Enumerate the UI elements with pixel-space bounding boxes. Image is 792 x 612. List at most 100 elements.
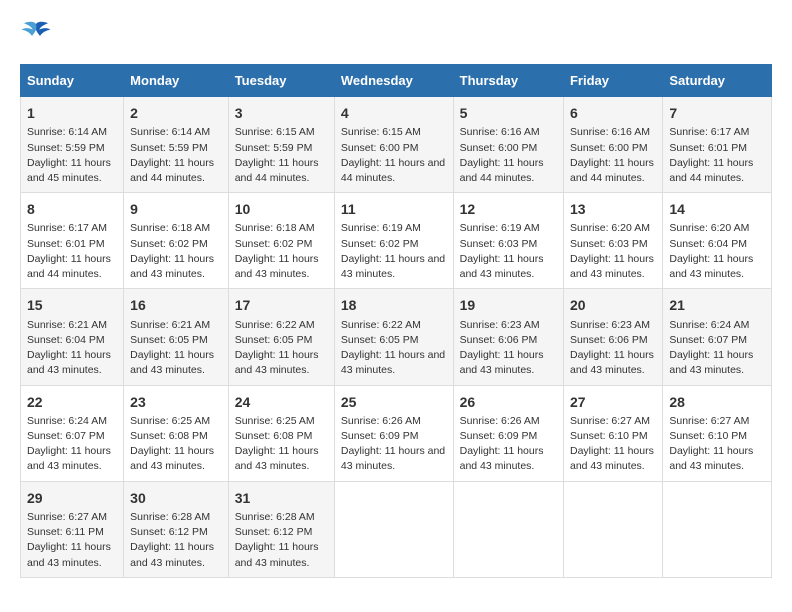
daylight-text: Daylight: 11 hours and 43 minutes. [570,253,654,280]
logo-icon [20,20,52,48]
calendar-cell: 18 Sunrise: 6:22 AM Sunset: 6:05 PM Dayl… [334,289,453,385]
calendar-cell: 25 Sunrise: 6:26 AM Sunset: 6:09 PM Dayl… [334,385,453,481]
sunset-text: Sunset: 6:02 PM [130,238,208,250]
sunrise-text: Sunrise: 6:18 AM [130,222,210,234]
calendar-cell: 31 Sunrise: 6:28 AM Sunset: 6:12 PM Dayl… [228,481,334,577]
sunset-text: Sunset: 5:59 PM [27,142,105,154]
daylight-text: Daylight: 11 hours and 44 minutes. [235,157,319,184]
sunrise-text: Sunrise: 6:17 AM [27,222,107,234]
sunset-text: Sunset: 6:12 PM [130,526,208,538]
day-number: 29 [27,488,117,508]
daylight-text: Daylight: 11 hours and 43 minutes. [669,445,753,472]
sunset-text: Sunset: 6:03 PM [570,238,648,250]
day-number: 4 [341,103,447,123]
day-number: 27 [570,392,656,412]
calendar-cell: 7 Sunrise: 6:17 AM Sunset: 6:01 PM Dayli… [663,97,772,193]
calendar-cell: 6 Sunrise: 6:16 AM Sunset: 6:00 PM Dayli… [563,97,662,193]
sunrise-text: Sunrise: 6:24 AM [27,415,107,427]
sunset-text: Sunset: 6:09 PM [460,430,538,442]
calendar-cell: 29 Sunrise: 6:27 AM Sunset: 6:11 PM Dayl… [21,481,124,577]
sunrise-text: Sunrise: 6:27 AM [27,511,107,523]
sunset-text: Sunset: 6:08 PM [235,430,313,442]
sunset-text: Sunset: 5:59 PM [130,142,208,154]
sunrise-text: Sunrise: 6:17 AM [669,126,749,138]
calendar-cell: 8 Sunrise: 6:17 AM Sunset: 6:01 PM Dayli… [21,193,124,289]
calendar-cell: 3 Sunrise: 6:15 AM Sunset: 5:59 PM Dayli… [228,97,334,193]
daylight-text: Daylight: 11 hours and 43 minutes. [341,349,445,376]
daylight-text: Daylight: 11 hours and 43 minutes. [27,349,111,376]
calendar-header-row: SundayMondayTuesdayWednesdayThursdayFrid… [21,65,772,97]
daylight-text: Daylight: 11 hours and 43 minutes. [235,253,319,280]
day-number: 22 [27,392,117,412]
weekday-header-thursday: Thursday [453,65,563,97]
day-number: 19 [460,295,557,315]
daylight-text: Daylight: 11 hours and 43 minutes. [460,445,544,472]
sunrise-text: Sunrise: 6:18 AM [235,222,315,234]
weekday-header-sunday: Sunday [21,65,124,97]
sunrise-text: Sunrise: 6:19 AM [341,222,421,234]
sunrise-text: Sunrise: 6:25 AM [235,415,315,427]
sunset-text: Sunset: 6:08 PM [130,430,208,442]
weekday-header-friday: Friday [563,65,662,97]
day-number: 28 [669,392,765,412]
sunset-text: Sunset: 6:03 PM [460,238,538,250]
calendar-cell: 17 Sunrise: 6:22 AM Sunset: 6:05 PM Dayl… [228,289,334,385]
calendar-week-row: 1 Sunrise: 6:14 AM Sunset: 5:59 PM Dayli… [21,97,772,193]
sunrise-text: Sunrise: 6:26 AM [460,415,540,427]
calendar-cell: 30 Sunrise: 6:28 AM Sunset: 6:12 PM Dayl… [124,481,229,577]
sunset-text: Sunset: 6:09 PM [341,430,419,442]
sunset-text: Sunset: 6:04 PM [27,334,105,346]
day-number: 3 [235,103,328,123]
sunrise-text: Sunrise: 6:21 AM [130,319,210,331]
sunset-text: Sunset: 6:01 PM [669,142,747,154]
day-number: 17 [235,295,328,315]
sunset-text: Sunset: 6:00 PM [341,142,419,154]
day-number: 12 [460,199,557,219]
calendar-cell: 26 Sunrise: 6:26 AM Sunset: 6:09 PM Dayl… [453,385,563,481]
calendar-cell: 23 Sunrise: 6:25 AM Sunset: 6:08 PM Dayl… [124,385,229,481]
sunrise-text: Sunrise: 6:27 AM [570,415,650,427]
calendar-cell [453,481,563,577]
sunset-text: Sunset: 6:01 PM [27,238,105,250]
calendar-cell: 11 Sunrise: 6:19 AM Sunset: 6:02 PM Dayl… [334,193,453,289]
daylight-text: Daylight: 11 hours and 43 minutes. [130,445,214,472]
day-number: 24 [235,392,328,412]
calendar-cell: 28 Sunrise: 6:27 AM Sunset: 6:10 PM Dayl… [663,385,772,481]
sunset-text: Sunset: 6:00 PM [570,142,648,154]
day-number: 16 [130,295,222,315]
day-number: 11 [341,199,447,219]
calendar-cell [334,481,453,577]
day-number: 7 [669,103,765,123]
day-number: 9 [130,199,222,219]
sunrise-text: Sunrise: 6:22 AM [235,319,315,331]
sunset-text: Sunset: 6:00 PM [460,142,538,154]
daylight-text: Daylight: 11 hours and 43 minutes. [27,445,111,472]
sunset-text: Sunset: 6:10 PM [570,430,648,442]
daylight-text: Daylight: 11 hours and 43 minutes. [669,253,753,280]
daylight-text: Daylight: 11 hours and 43 minutes. [341,445,445,472]
calendar-cell [663,481,772,577]
day-number: 2 [130,103,222,123]
calendar-week-row: 29 Sunrise: 6:27 AM Sunset: 6:11 PM Dayl… [21,481,772,577]
calendar-week-row: 22 Sunrise: 6:24 AM Sunset: 6:07 PM Dayl… [21,385,772,481]
calendar-cell: 2 Sunrise: 6:14 AM Sunset: 5:59 PM Dayli… [124,97,229,193]
calendar-cell: 12 Sunrise: 6:19 AM Sunset: 6:03 PM Dayl… [453,193,563,289]
calendar-cell: 24 Sunrise: 6:25 AM Sunset: 6:08 PM Dayl… [228,385,334,481]
daylight-text: Daylight: 11 hours and 43 minutes. [341,253,445,280]
sunrise-text: Sunrise: 6:21 AM [27,319,107,331]
daylight-text: Daylight: 11 hours and 43 minutes. [460,349,544,376]
sunrise-text: Sunrise: 6:24 AM [669,319,749,331]
weekday-header-tuesday: Tuesday [228,65,334,97]
day-number: 15 [27,295,117,315]
daylight-text: Daylight: 11 hours and 43 minutes. [235,349,319,376]
sunrise-text: Sunrise: 6:15 AM [235,126,315,138]
sunset-text: Sunset: 6:02 PM [235,238,313,250]
sunset-text: Sunset: 6:02 PM [341,238,419,250]
calendar-body: 1 Sunrise: 6:14 AM Sunset: 5:59 PM Dayli… [21,97,772,578]
sunrise-text: Sunrise: 6:22 AM [341,319,421,331]
daylight-text: Daylight: 11 hours and 43 minutes. [130,349,214,376]
sunrise-text: Sunrise: 6:25 AM [130,415,210,427]
day-number: 20 [570,295,656,315]
day-number: 30 [130,488,222,508]
daylight-text: Daylight: 11 hours and 43 minutes. [570,445,654,472]
